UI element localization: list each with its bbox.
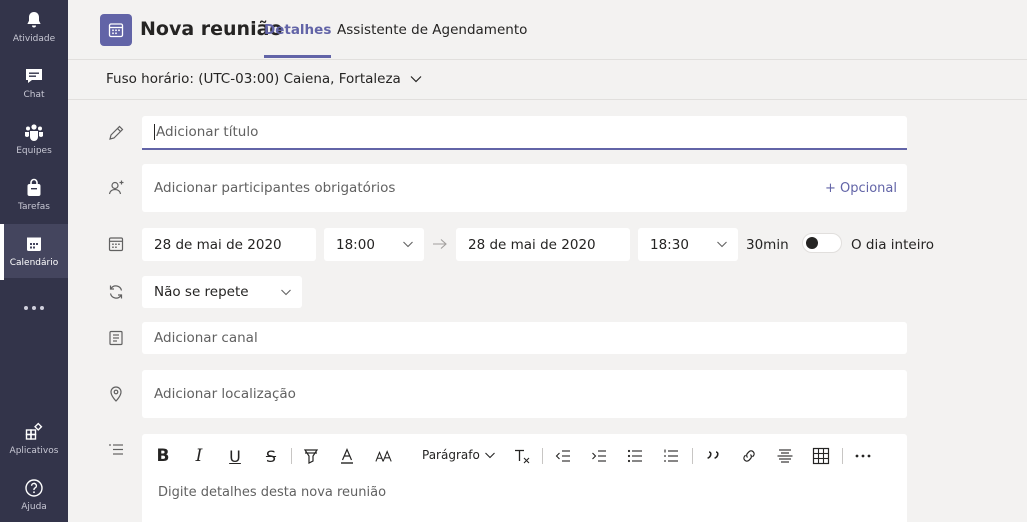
horizontal-rule-icon[interactable] [776,446,794,466]
rail-item-label: Calendário [9,258,59,268]
meeting-details-editor: B I U S Parágrafo Digite detalhes desta … [142,434,907,522]
rail-item-chat[interactable]: Chat [0,56,68,110]
clear-formatting-icon[interactable] [513,446,531,466]
all-day-label: O dia inteiro [851,237,934,253]
channel-placeholder: Adicionar canal [154,330,258,346]
repeat-icon [107,283,125,301]
channel-icon [107,329,125,347]
chevron-down-icon [484,452,495,459]
chevron-down-icon [281,289,291,296]
strikethrough-icon[interactable]: S [262,446,280,466]
divider [68,99,1027,100]
highlight-icon[interactable] [302,446,320,466]
rail-item-tasks[interactable]: Tarefas [0,168,68,222]
timezone-label: Fuso horário: (UTC-03:00) Caiena, Fortal… [106,71,401,87]
chevron-down-icon [403,241,413,248]
timezone-dropdown[interactable]: Fuso horário: (UTC-03:00) Caiena, Fortal… [106,71,423,87]
calendar-icon [27,237,41,251]
details-list-icon [107,441,125,459]
duration-label: 30min [746,237,789,253]
toggle-knob [806,237,818,249]
more-apps-button[interactable] [0,296,68,320]
repeat-select[interactable]: Não se repete [142,276,302,308]
toolbar-separator [692,448,693,464]
toolbar-separator [842,448,843,464]
optional-participants-link[interactable]: + Opcional [825,181,897,196]
numbered-list-icon[interactable] [662,446,680,466]
rail-item-label: Aplicativos [9,446,59,456]
title-input[interactable]: Adicionar título [142,116,907,150]
apps-icon [25,422,43,440]
end-time-value: 18:30 [650,236,689,253]
ellipsis-icon [24,306,28,310]
font-color-icon[interactable] [338,446,356,466]
toolbar-separator [291,448,292,464]
rail-item-teams[interactable]: Equipes [0,112,68,166]
chevron-down-icon [717,241,727,248]
rail-item-activity[interactable]: Atividade [0,0,68,54]
font-size-icon[interactable] [374,446,394,466]
quote-icon[interactable] [704,446,722,466]
more-options-icon[interactable] [854,446,872,466]
details-body-input[interactable]: Digite detalhes desta nova reunião [158,485,386,500]
chevron-down-icon [410,76,422,83]
app-rail: Atividade Chat Equipes Tarefas Calendári… [0,0,68,522]
tab-scheduling-assistant[interactable]: Assistente de Agendamento [337,22,527,38]
participants-input[interactable]: Adicionar participantes obrigatórios + O… [142,164,907,212]
toolbar-separator [542,448,543,464]
rail-item-label: Equipes [16,146,52,156]
help-icon [25,479,43,497]
location-pin-icon [107,385,125,403]
page-title: Nova reunião [140,18,283,40]
formatting-toolbar: B I U S Parágrafo [142,434,907,478]
bell-icon [27,12,41,28]
start-date-input[interactable]: 28 de mai de 2020 [142,228,316,261]
rail-item-apps[interactable]: Aplicativos [0,412,68,466]
end-time-select[interactable]: 18:30 [638,228,738,261]
meeting-calendar-icon [100,14,132,46]
rail-item-help[interactable]: Ajuda [0,468,68,522]
all-day-toggle[interactable] [802,233,842,253]
title-placeholder: Adicionar título [156,124,259,140]
bold-icon[interactable]: B [154,446,172,466]
rail-item-calendar[interactable]: Calendário [0,224,68,280]
tab-details[interactable]: Detalhes [264,22,332,58]
link-icon[interactable] [740,446,758,466]
chat-icon [26,69,42,83]
participants-placeholder: Adicionar participantes obrigatórios [154,180,396,196]
increase-indent-icon[interactable] [590,446,608,466]
rail-item-label: Ajuda [21,502,47,512]
teams-icon [25,124,43,141]
calendar-icon [107,235,125,253]
repeat-value: Não se repete [154,284,249,300]
tasks-icon [27,178,41,196]
add-person-icon [107,179,125,197]
pencil-icon [107,124,125,142]
location-input[interactable]: Adicionar localização [142,370,907,418]
start-time-select[interactable]: 18:00 [324,228,424,261]
location-placeholder: Adicionar localização [154,386,296,402]
paragraph-label: Parágrafo [422,448,480,462]
start-time-value: 18:00 [336,236,375,253]
rail-item-label: Tarefas [18,202,50,212]
arrow-right-icon [433,239,447,249]
rail-item-label: Chat [23,90,45,100]
paragraph-style-dropdown[interactable]: Parágrafo [422,448,496,462]
bulleted-list-icon[interactable] [626,446,644,466]
rail-item-label: Atividade [12,34,56,44]
meeting-header: Nova reunião Detalhes Assistente de Agen… [68,0,1027,60]
table-icon[interactable] [812,446,830,466]
text-caret [154,124,155,140]
channel-input[interactable]: Adicionar canal [142,322,907,354]
end-date-input[interactable]: 28 de mai de 2020 [456,228,630,261]
decrease-indent-icon[interactable] [554,446,572,466]
italic-icon[interactable]: I [190,446,208,466]
underline-icon[interactable]: U [226,446,244,466]
